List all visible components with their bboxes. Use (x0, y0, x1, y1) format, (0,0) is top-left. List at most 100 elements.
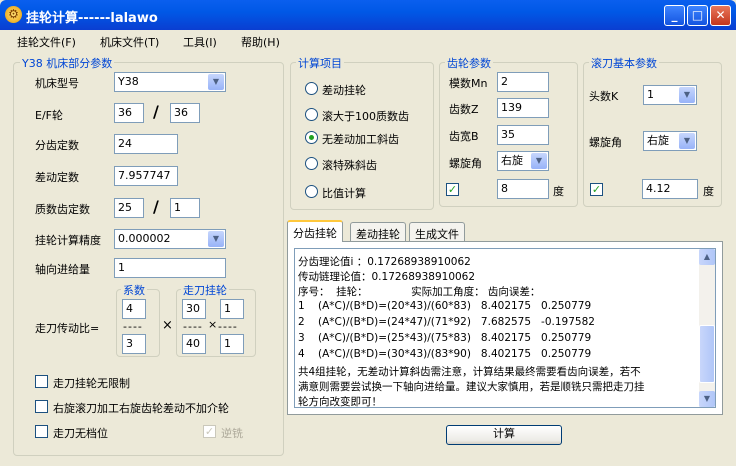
radio-ratio-calc[interactable] (305, 185, 318, 198)
scroll-thumb[interactable] (699, 325, 715, 383)
radio-special-helical[interactable] (305, 157, 318, 170)
feed-gear-b-input[interactable]: 1 (220, 299, 244, 319)
title-bar: ⚙ 挂轮计算------lalawo _ □ ✕ (0, 0, 736, 30)
prime-const-b-input[interactable]: 1 (170, 198, 200, 218)
radio-no-diff-helical[interactable] (305, 131, 318, 144)
scroll-up-icon[interactable]: ▲ (699, 249, 715, 265)
feed-fraction-bar-right: ---- (218, 320, 238, 333)
precision-value: 0.000002 (118, 232, 171, 245)
precision-select[interactable]: 0.000002 ▼ (114, 229, 226, 249)
face-width-label: 齿宽B (449, 130, 479, 143)
axial-feed-input[interactable]: 1 (114, 258, 226, 278)
calc-items-title: 计算项目 (296, 55, 344, 71)
index-const-input[interactable]: 24 (114, 134, 178, 154)
coef-top-input[interactable]: 4 (122, 299, 146, 319)
no-feed-gear-label: 走刀无档位 (53, 427, 108, 440)
hob-angle-checkbox[interactable]: ✓ (590, 183, 603, 196)
machine-model-select[interactable]: Y38 ▼ (114, 72, 226, 92)
feed-gear-d-input[interactable]: 1 (220, 334, 244, 354)
result-line: 1 (A*C)/(B*D)=(20*43)/(60*83) 8.402175 0… (298, 300, 592, 312)
minimize-button[interactable]: _ (664, 5, 685, 26)
machine-params-title: Y38 机床部分参数 (20, 55, 115, 71)
menu-machine-file[interactable]: 机床文件(T) (100, 34, 159, 50)
f-gear-input[interactable]: 36 (170, 103, 200, 123)
maximize-button[interactable]: □ (687, 5, 708, 26)
no-feed-gear-checkbox[interactable] (35, 425, 48, 438)
chevron-down-icon[interactable]: ▼ (679, 87, 695, 103)
face-width-input[interactable]: 35 (497, 125, 549, 145)
gear-helix-angle-input[interactable]: 8 (497, 179, 549, 199)
scroll-down-icon[interactable]: ▼ (699, 391, 715, 407)
coef-fraction-bar: ---- (123, 320, 143, 333)
tab-panel: 分齿理论值i ：0.17268938910062 传动链理论值：0.172689… (287, 241, 723, 415)
e-gear-input[interactable]: 36 (114, 103, 144, 123)
menu-tools[interactable]: 工具(I) (183, 34, 217, 50)
result-scrollbar[interactable]: ▲ ▼ (699, 249, 715, 407)
hob-helix-dir-select[interactable]: 右旋 ▼ (643, 131, 697, 151)
feed-gear-a-input[interactable]: 30 (182, 299, 206, 319)
hob-starts-select[interactable]: 1 ▼ (643, 85, 697, 105)
radio-diff-gear[interactable] (305, 82, 318, 95)
menu-gear-file[interactable]: 挂轮文件(F) (17, 34, 76, 50)
gear-params-title: 齿轮参数 (445, 55, 493, 71)
machine-model-label: 机床型号 (35, 77, 79, 90)
chevron-down-icon[interactable]: ▼ (208, 231, 224, 247)
result-line: 2 (A*C)/(B*D)=(24*47)/(71*92) 7.682575 -… (298, 316, 595, 328)
ef-slash: / (153, 102, 159, 121)
feed-multiply-sign: × (208, 318, 218, 331)
calculate-button[interactable]: 计算 (446, 425, 562, 445)
gear-helix-dir-value: 右旋 (501, 154, 523, 167)
machine-model-value: Y38 (118, 75, 139, 88)
feed-gear-c-input[interactable]: 40 (182, 334, 206, 354)
module-label: 模数Mn (449, 77, 488, 90)
chevron-down-icon[interactable]: ▼ (208, 74, 224, 90)
hob-starts-value: 1 (647, 88, 654, 101)
radio-no-diff-helical-label: 无差动加工斜齿 (322, 133, 399, 146)
multiply-sign: × (162, 318, 173, 333)
climb-milling-checkbox[interactable]: ✓ (203, 425, 216, 438)
prime-const-a-input[interactable]: 25 (114, 198, 144, 218)
radio-prime-over-100[interactable] (305, 108, 318, 121)
no-idler-checkbox[interactable] (35, 400, 48, 413)
unlimited-feed-label: 走刀挂轮无限制 (53, 377, 130, 390)
gear-helix-dir-select[interactable]: 右旋 ▼ (497, 151, 549, 171)
hob-params-title: 滚刀基本参数 (589, 55, 659, 71)
hob-helix-label: 螺旋角 (589, 136, 622, 149)
close-button[interactable]: ✕ (710, 5, 731, 26)
window-title: 挂轮计算------lalawo (26, 11, 158, 26)
tab-diff-gear[interactable]: 差动挂轮 (350, 222, 406, 242)
menu-help[interactable]: 帮助(H) (241, 34, 280, 50)
feed-ratio-label: 走刀传动比= (35, 322, 100, 335)
precision-label: 挂轮计算精度 (35, 234, 101, 247)
gear-helix-label: 螺旋角 (449, 157, 482, 170)
result-line: 3 (A*C)/(B*D)=(25*43)/(75*83) 8.402175 0… (298, 332, 592, 344)
unlimited-feed-checkbox[interactable] (35, 375, 48, 388)
hob-angle-input[interactable]: 4.12 (642, 179, 698, 199)
hob-starts-label: 头数K (589, 90, 619, 103)
menu-bar: 挂轮文件(F) 机床文件(T) 工具(I) 帮助(H) (0, 30, 736, 52)
close-icon: ✕ (715, 8, 726, 22)
result-line: 满意则需要尝试换一下轴向进给量。建议大家慎用，若是顺铣只需把走刀挂 (298, 381, 645, 393)
gear-helix-checkbox[interactable]: ✓ (446, 183, 459, 196)
coef-bottom-input[interactable]: 3 (122, 334, 146, 354)
teeth-label: 齿数Z (449, 103, 479, 116)
result-memo[interactable]: 分齿理论值i ：0.17268938910062 传动链理论值：0.172689… (294, 248, 716, 408)
prime-slash: / (153, 197, 159, 216)
axial-feed-label: 轴向进给量 (35, 263, 90, 276)
minimize-icon: _ (671, 8, 678, 22)
result-line: 4 (A*C)/(B*D)=(30*43)/(83*90) 8.402175 0… (298, 348, 592, 360)
feed-fraction-bar-left: ---- (183, 320, 203, 333)
chevron-down-icon[interactable]: ▼ (531, 153, 547, 169)
tab-index-gear[interactable]: 分齿挂轮 (287, 220, 343, 242)
teeth-input[interactable]: 139 (497, 98, 549, 118)
chevron-down-icon[interactable]: ▼ (679, 133, 695, 149)
tab-generate-file[interactable]: 生成文件 (409, 222, 465, 242)
gear-icon: ⚙ (5, 6, 22, 23)
module-input[interactable]: 2 (497, 72, 549, 92)
ef-gear-label: E/F轮 (35, 109, 63, 122)
result-line: 轮方向改变即可！ (298, 396, 382, 408)
radio-prime-over-100-label: 滚大于100质数齿 (322, 110, 409, 123)
feed-gear-title: 走刀挂轮 (181, 282, 229, 298)
result-line: 传动链理论值：0.17268938910062 (298, 271, 476, 283)
diff-const-input[interactable]: 7.957747 (114, 166, 178, 186)
